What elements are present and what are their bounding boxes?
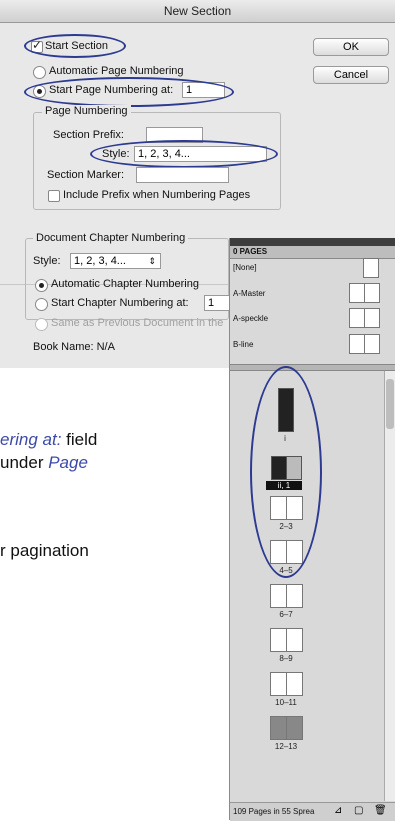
chapter-style-label: Style: [33, 255, 61, 267]
include-prefix-checkbox[interactable] [48, 190, 60, 202]
page-thumb-9[interactable] [286, 628, 303, 652]
page-count-status: 109 Pages in 55 Sprea [233, 807, 315, 816]
chapter-style-dropdown[interactable]: 1, 2, 3, 4... ⇕ [70, 253, 161, 269]
section-prefix-label: Section Prefix: [53, 129, 124, 141]
master-a[interactable]: A-Master [233, 289, 265, 298]
page-size-icon[interactable]: ⊿ [334, 805, 342, 816]
automatic-page-numbering-label: Automatic Page Numbering [49, 65, 184, 77]
highlight-oval [24, 77, 234, 107]
page-label: 6–7 [279, 610, 293, 619]
master-none[interactable]: [None] [233, 263, 257, 272]
highlight-oval [250, 366, 322, 578]
master-speckle-thumb-left[interactable] [349, 308, 365, 328]
highlight-oval [90, 140, 278, 168]
caption-line-1-text: field [66, 430, 98, 449]
pages-panel: 0 PAGES [None] A-Master A-speckle B-line… [229, 238, 395, 821]
automatic-chapter-numbering-label: Automatic Chapter Numbering [51, 278, 199, 290]
page-thumb-8[interactable] [270, 628, 287, 652]
book-name-label: Book Name: N/A [33, 341, 115, 353]
section-marker-field[interactable] [136, 167, 229, 183]
master-bline-thumb-right[interactable] [364, 334, 380, 354]
page-numbering-group-label: Page Numbering [42, 105, 131, 117]
master-none-thumb[interactable] [363, 258, 379, 278]
caption-line-2-text: under [0, 453, 44, 472]
include-prefix-label: Include Prefix when Numbering Pages [63, 189, 251, 201]
caption-line-1: ering at: field [0, 430, 97, 450]
master-b-line[interactable]: B-line [233, 340, 253, 349]
chapter-start-field[interactable]: 1 [204, 295, 231, 311]
master-a-thumb-left[interactable] [349, 283, 365, 303]
page-label: 12–13 [274, 742, 298, 751]
highlight-oval [24, 34, 126, 58]
dialog-title: New Section [0, 0, 395, 23]
caption-line-2-emph: Page [48, 453, 88, 472]
master-bline-thumb-left[interactable] [349, 334, 365, 354]
master-speckle-thumb-right[interactable] [364, 308, 380, 328]
page-thumb-6[interactable] [270, 584, 287, 608]
doc-chapter-group-label: Document Chapter Numbering [33, 232, 189, 244]
cancel-button[interactable]: Cancel [313, 66, 389, 84]
panel-titlebar [230, 238, 395, 246]
master-a-speckle[interactable]: A-speckle [233, 314, 268, 323]
ok-button[interactable]: OK [313, 38, 389, 56]
caption-line-3: r pagination [0, 541, 89, 560]
panel-scrollbar[interactable] [384, 371, 395, 801]
automatic-page-numbering-radio[interactable] [33, 66, 46, 79]
section-marker-label: Section Marker: [47, 169, 125, 181]
master-a-thumb-right[interactable] [364, 283, 380, 303]
new-page-icon[interactable]: ▢ [354, 805, 363, 816]
panel-title: 0 PAGES [233, 247, 268, 256]
panel-divider[interactable] [230, 364, 395, 371]
chapter-style-value: 1, 2, 3, 4... [74, 255, 126, 267]
panel-footer: 109 Pages in 55 Sprea ⊿ ▢ 🗑 [230, 802, 395, 821]
caption-line-1-emph: ering at: [0, 430, 62, 449]
page-thumb-10[interactable] [270, 672, 287, 696]
trash-icon[interactable]: 🗑 [374, 805, 387, 816]
same-as-previous-radio[interactable] [35, 318, 48, 331]
page-thumb-12[interactable] [270, 716, 287, 740]
page-thumb-11[interactable] [286, 672, 303, 696]
start-chapter-numbering-radio[interactable] [35, 298, 48, 311]
caption-line-2: under Page [0, 453, 88, 473]
page-label: 8–9 [279, 654, 293, 663]
page-thumb-13[interactable] [286, 716, 303, 740]
automatic-chapter-numbering-radio[interactable] [35, 279, 48, 292]
start-chapter-numbering-label: Start Chapter Numbering at: [51, 297, 189, 309]
same-as-previous-label: Same as Previous Document in the [51, 317, 224, 329]
scrollbar-thumb[interactable] [386, 379, 394, 429]
page-thumb-7[interactable] [286, 584, 303, 608]
stepper-arrows-icon: ⇕ [148, 256, 156, 266]
page-label: 10–11 [275, 698, 297, 707]
